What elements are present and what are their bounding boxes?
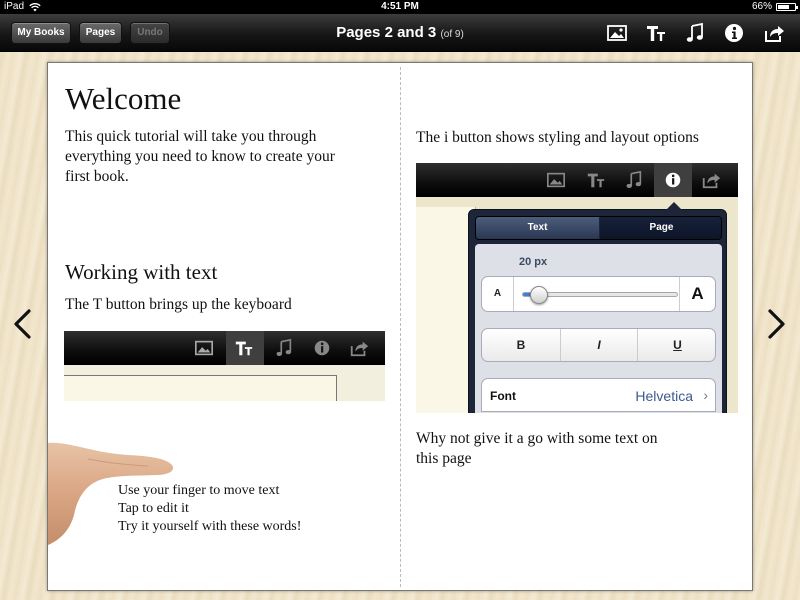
clock: 4:51 PM — [381, 1, 419, 12]
font-label: Font — [490, 389, 516, 403]
info-icon — [314, 340, 330, 356]
share-icon[interactable] — [763, 22, 785, 44]
page-count: (of 9) — [440, 29, 464, 40]
tab-text[interactable]: Text — [476, 217, 599, 239]
intro-paragraph[interactable]: This quick tutorial will take you throug… — [65, 127, 335, 187]
closing-line: Why not give it a go with some text on — [416, 430, 658, 447]
page-preview — [64, 375, 337, 401]
keyboard-toolbar-screenshot — [64, 331, 385, 401]
share-icon — [350, 341, 369, 357]
intro-line: everything you need to know to create yo… — [65, 148, 335, 165]
styling-popover: Text Page 20 px A A B I U Font Helvetica… — [468, 202, 727, 413]
tab-page[interactable]: Page — [600, 217, 721, 239]
intro-line: This quick tutorial will take you throug… — [65, 128, 317, 145]
share-icon — [702, 173, 721, 189]
font-selector[interactable]: Font Helvetica › — [481, 378, 716, 412]
closing-line: this page — [416, 450, 472, 467]
page-divider — [400, 67, 401, 587]
font-size-slider-row: A A — [481, 276, 716, 312]
next-page-arrow-icon[interactable] — [765, 305, 789, 343]
decrease-size-button[interactable]: A — [482, 277, 514, 311]
font-size-slider[interactable] — [522, 286, 678, 304]
instruction-line: Use your finger to move text — [118, 483, 280, 498]
closing-paragraph[interactable]: Why not give it a go with some text on t… — [416, 429, 658, 469]
undo-button[interactable]: Undo — [130, 22, 170, 44]
font-size-value: 20 px — [519, 256, 548, 268]
previous-page-arrow-icon[interactable] — [10, 305, 34, 343]
my-books-button[interactable]: My Books — [11, 22, 71, 44]
status-bar: iPad 4:51 PM 66% — [0, 0, 800, 14]
pages-button[interactable]: Pages — [79, 22, 122, 44]
text-style-icon — [235, 341, 253, 356]
info-icon[interactable] — [723, 22, 745, 44]
styling-options-screenshot: Text Page 20 px A A B I U Font Helvetica… — [416, 163, 738, 413]
text-style-icon[interactable] — [645, 22, 667, 44]
working-with-text-heading[interactable]: Working with text — [65, 260, 217, 285]
italic-button[interactable]: I — [560, 329, 638, 361]
image-icon[interactable] — [606, 22, 628, 44]
book-spread: Welcome This quick tutorial will take yo… — [47, 62, 753, 591]
popover-pointer — [665, 202, 683, 211]
page-range: Pages 2 and 3 — [336, 24, 437, 41]
mini-toolbar — [416, 163, 738, 197]
intro-line: first book. — [65, 168, 129, 185]
font-value: Helvetica — [635, 388, 693, 404]
chevron-right-icon: › — [703, 387, 708, 403]
info-icon — [665, 172, 681, 188]
battery-icon — [776, 3, 798, 11]
popover-body: 20 px A A B I U Font Helvetica › — [475, 244, 722, 413]
mini-toolbar — [64, 331, 385, 365]
welcome-heading[interactable]: Welcome — [65, 81, 181, 117]
increase-size-button[interactable]: A — [679, 277, 715, 311]
image-icon — [195, 340, 213, 356]
instruction-line: Tap to edit it — [118, 501, 189, 516]
music-icon — [626, 170, 642, 188]
battery-level — [778, 5, 789, 9]
popover-tabs: Text Page — [475, 216, 722, 240]
text-style-buttons: B I U — [481, 328, 716, 362]
image-icon — [547, 172, 565, 188]
app-toolbar: My Books Pages Undo Pages 2 and 3 (of 9) — [0, 14, 800, 52]
slider-thumb[interactable] — [530, 286, 548, 304]
t-button-paragraph[interactable]: The T button brings up the keyboard — [65, 295, 292, 315]
finger-instructions[interactable]: Use your finger to move text Tap to edit… — [118, 482, 301, 536]
text-style-icon — [587, 173, 605, 188]
page-title: Pages 2 and 3 (of 9) — [250, 14, 550, 52]
page-preview — [416, 207, 476, 413]
i-button-paragraph[interactable]: The i button shows styling and layout op… — [416, 128, 699, 148]
battery-percentage: 66% — [751, 1, 772, 12]
instruction-line: Try it yourself with these words! — [118, 519, 302, 534]
music-icon — [276, 338, 292, 356]
bold-button[interactable]: B — [482, 329, 560, 361]
music-icon[interactable] — [684, 22, 706, 44]
underline-button[interactable]: U — [638, 329, 715, 361]
